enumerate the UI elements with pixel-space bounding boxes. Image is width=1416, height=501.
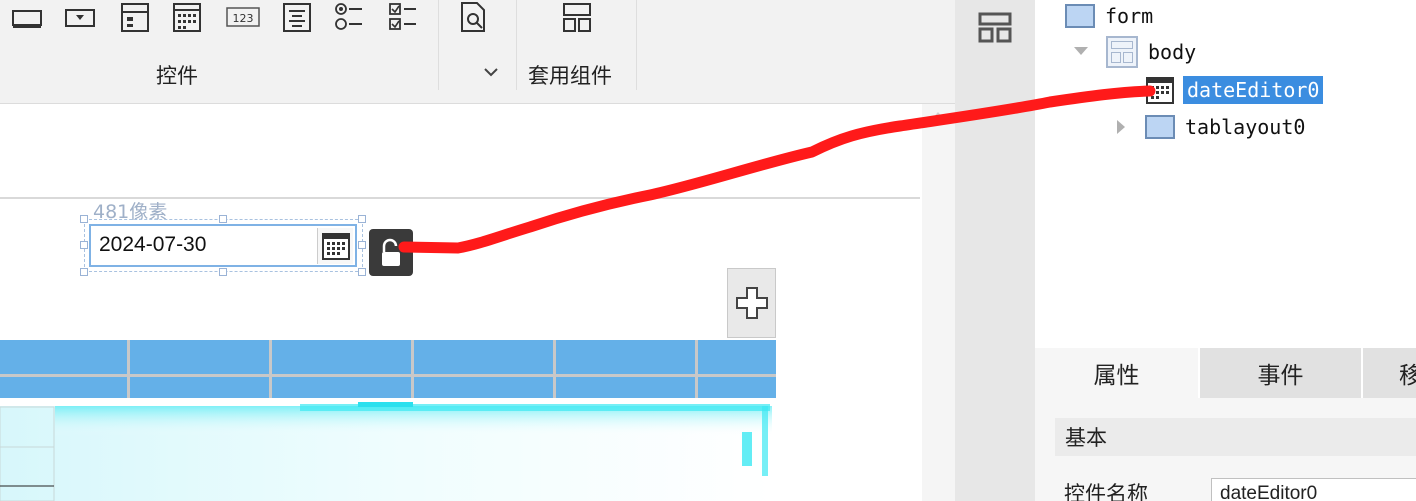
add-widget-button[interactable] [727,268,776,338]
header-divider [0,374,776,377]
ribbon-separator [516,0,517,90]
calendar-icon [1146,77,1174,104]
tree-node-label: body [1148,40,1197,64]
svg-text:123: 123 [233,12,254,25]
dropdown-icon[interactable] [63,0,97,34]
column-divider [269,340,272,398]
date-picker-icon[interactable] [170,0,204,34]
tree-node-tablayout[interactable]: tablayout0 [1145,113,1305,141]
form-node-icon [1065,4,1095,28]
tree-node-body[interactable]: body [1106,36,1197,68]
resize-handle[interactable] [358,215,366,223]
search-doc-icon[interactable] [456,0,490,34]
calendar-button[interactable] [317,228,353,264]
tab-mobile[interactable]: 移 [1363,348,1416,398]
number-field-icon[interactable]: 123 [226,0,260,34]
tablayout-header[interactable] [0,340,776,398]
collapse-arrow-icon[interactable] [1074,47,1088,55]
chevron-down-icon[interactable] [482,63,500,81]
ribbon-separator [636,0,637,90]
prop-name-label: 控件名称 [1064,482,1148,501]
tree-node-label: tablayout0 [1185,115,1306,139]
section-basic[interactable]: 基本 [1055,418,1416,456]
tab-events[interactable]: 事件 [1200,348,1361,398]
column-divider [695,340,698,398]
layout-toggle-icon[interactable] [978,12,1012,48]
resize-handle[interactable] [358,268,366,276]
scroll-up-icon[interactable] [933,112,943,118]
unlock-icon [382,238,400,266]
tab-properties[interactable]: 属性 [1035,348,1198,398]
text-area-icon[interactable] [280,0,314,34]
template-layout-icon[interactable] [560,0,594,34]
calendar-icon [321,233,350,260]
tablayout-body[interactable] [0,402,772,501]
ribbon-separator [438,0,439,90]
column-divider [411,340,414,398]
date-value: 2024-07-30 [99,233,207,256]
app-window: 123 控件 套用组件 481像素 2024-07-30 form body d… [0,0,1416,501]
date-editor-widget[interactable]: 2024-07-30 [89,224,357,267]
resize-handle[interactable] [80,268,88,276]
plus-icon [735,287,768,319]
radio-group-icon[interactable] [333,0,367,34]
tree-node-label: form [1105,4,1154,28]
tree-node-label: dateEditor0 [1183,76,1324,104]
resize-handle[interactable] [219,215,227,223]
column-divider [553,340,556,398]
resize-handle[interactable] [80,241,88,249]
body-node-icon [1106,36,1138,68]
canvas-scrollbar[interactable] [922,104,955,501]
widget-tree [1035,0,1416,350]
resize-handle[interactable] [80,215,88,223]
ribbon-toolbar: 123 控件 套用组件 [0,0,955,104]
column-divider [127,340,130,398]
group-label-controls: 控件 [156,64,198,88]
resize-handle[interactable] [358,241,366,249]
tree-node-form[interactable]: form [1065,2,1153,30]
group-label-templates: 套用组件 [528,64,612,88]
tablayout-node-icon [1145,115,1175,139]
unlock-button[interactable] [369,229,413,276]
expand-arrow-icon[interactable] [1117,120,1125,134]
list-form-icon[interactable] [118,0,152,34]
tree-node-dateeditor[interactable]: dateEditor0 [1145,76,1324,104]
prop-name-input[interactable]: dateEditor0 [1211,478,1416,501]
text-box-icon[interactable] [10,0,44,34]
checkbox-group-icon[interactable] [387,0,421,34]
panel-divider-strip [955,0,1035,501]
resize-handle[interactable] [219,268,227,276]
